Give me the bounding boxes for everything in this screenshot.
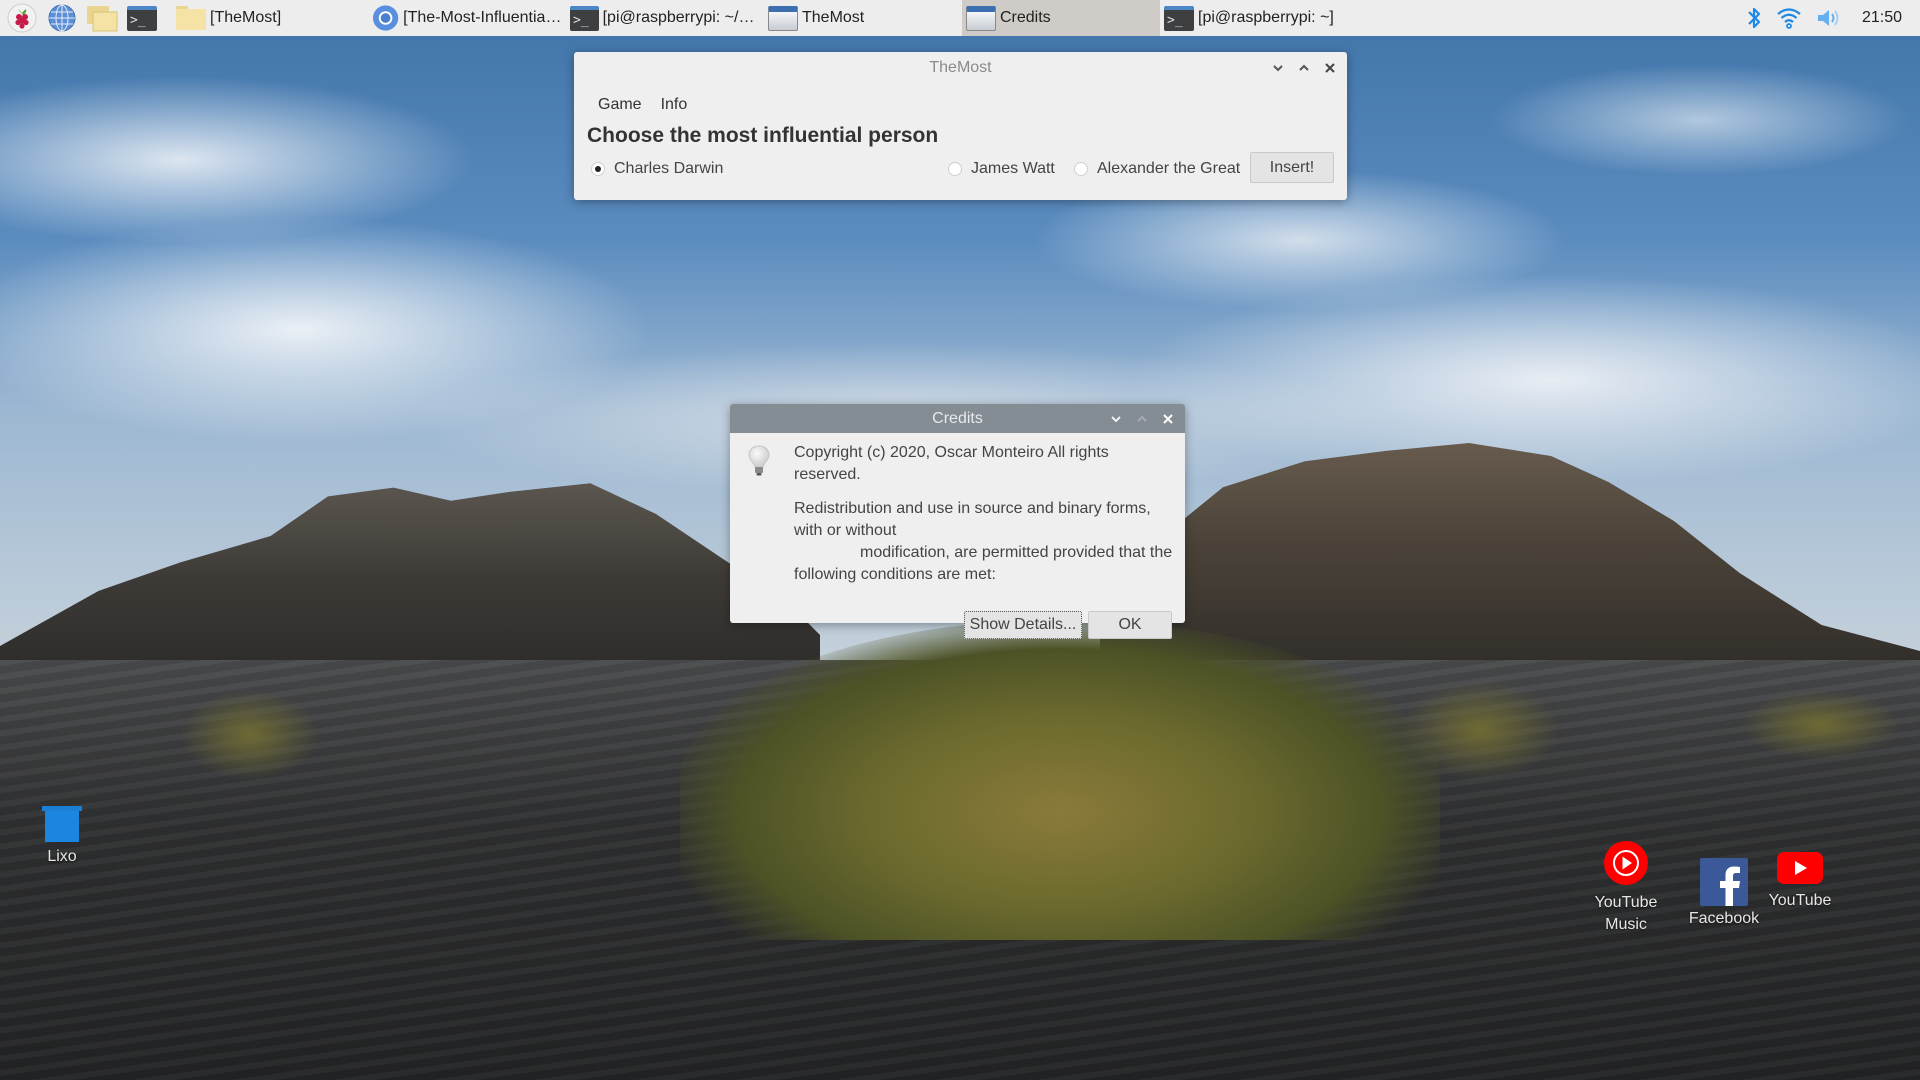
menu-bar: Game Info [574, 84, 1347, 114]
youtube-music-icon [1604, 841, 1648, 885]
trash-icon [42, 806, 82, 842]
option-james-watt[interactable]: James Watt [948, 160, 1055, 178]
maximize-button[interactable] [1133, 410, 1151, 428]
taskbar: >_ [TheMost] [The-Most-Influential ... >… [0, 0, 1920, 36]
desktop-icon-trash[interactable]: Lixo [32, 806, 92, 866]
taskbar-task-terminal-ex[interactable]: >_ [pi@raspberrypi: ~/ex... [566, 0, 764, 36]
license-line-2: modification, are permitted provided tha… [860, 544, 1173, 561]
wallpaper-grass-tuft [1740, 690, 1900, 760]
task-label: [The-Most-Influential ... [403, 9, 562, 26]
copyright-text: Copyright (c) 2020, Oscar Monteiro All r… [794, 444, 1109, 483]
clock[interactable]: 21:50 [1862, 9, 1902, 27]
file-manager-launcher[interactable] [84, 0, 120, 36]
option-label: James Watt [971, 160, 1055, 177]
bluetooth-icon[interactable] [1746, 5, 1762, 31]
ok-button[interactable]: OK [1088, 611, 1172, 639]
close-icon [1325, 63, 1335, 73]
close-button[interactable] [1321, 59, 1339, 77]
taskbar-task-themost-folder[interactable]: [TheMost] [172, 0, 368, 36]
credits-dialog: Credits Copyright (c) 2020, Oscar Montei… [730, 404, 1185, 639]
taskbar-task-chromium[interactable]: [The-Most-Influential ... [368, 0, 566, 36]
option-label: Charles Darwin [614, 160, 724, 177]
chevron-down-icon [1111, 415, 1121, 422]
chevron-up-icon [1137, 415, 1147, 422]
themost-window: TheMost Game Info Choose the most influe… [574, 52, 1347, 200]
menu-game[interactable]: Game [598, 96, 642, 114]
desktop-icon-facebook[interactable]: Facebook [1684, 858, 1764, 928]
maximize-button[interactable] [1295, 59, 1313, 77]
task-label: TheMost [802, 9, 865, 26]
chromium-icon [372, 5, 399, 31]
taskbar-task-credits[interactable]: Credits [962, 0, 1160, 36]
terminal-launcher[interactable]: >_ [124, 0, 160, 36]
radio-selected-icon [591, 162, 605, 176]
wallpaper-grass-mound [680, 620, 1440, 940]
youtube-icon [1777, 852, 1823, 884]
chevron-up-icon [1299, 64, 1309, 71]
dialog-message: Copyright (c) 2020, Oscar Monteiro All r… [794, 442, 1179, 586]
radio-unselected-icon [1074, 162, 1088, 176]
lightbulb-icon [748, 445, 770, 476]
radio-unselected-icon [948, 162, 962, 176]
taskbar-task-terminal-home[interactable]: >_ [pi@raspberrypi: ~] [1160, 0, 1358, 36]
option-charles-darwin[interactable]: Charles Darwin [591, 160, 723, 178]
window-titlebar[interactable]: TheMost [574, 52, 1347, 84]
window-title: TheMost [929, 59, 992, 76]
wifi-icon[interactable] [1776, 6, 1802, 30]
close-icon [1163, 413, 1173, 424]
show-details-button[interactable]: Show Details... [964, 611, 1082, 639]
facebook-icon [1700, 858, 1748, 906]
menu-info[interactable]: Info [661, 96, 688, 114]
terminal-icon: >_ [570, 5, 599, 31]
terminal-icon: >_ [1164, 5, 1194, 31]
question-heading: Choose the most influential person [587, 124, 939, 147]
task-label: [pi@raspberrypi: ~] [1198, 9, 1334, 26]
license-line-1: Redistribution and use in source and bin… [794, 500, 1151, 539]
option-alexander-the-great[interactable]: Alexander the Great [1074, 160, 1240, 178]
wallpaper-grass-tuft [1400, 680, 1560, 780]
dialog-titlebar[interactable]: Credits [730, 404, 1185, 433]
window-icon [768, 5, 798, 31]
folder-icon [87, 6, 118, 32]
desktop-icon-label: YouTube [1768, 892, 1832, 909]
desktop-icon-label: YouTube Music [1594, 894, 1658, 933]
chevron-down-icon [1273, 65, 1283, 72]
task-label: Credits [1000, 9, 1051, 26]
desktop-icon-youtube[interactable]: YouTube [1762, 852, 1838, 910]
folder-icon [176, 6, 206, 30]
insert-button[interactable]: Insert! [1250, 152, 1334, 183]
globe-icon [48, 4, 76, 32]
close-button[interactable] [1159, 410, 1177, 428]
web-browser-launcher[interactable] [44, 0, 80, 36]
option-label: Alexander the Great [1097, 160, 1241, 177]
terminal-icon: >_ [127, 5, 157, 31]
desktop-icon-youtube-music[interactable]: YouTube Music [1586, 840, 1666, 936]
window-icon [966, 5, 996, 31]
dialog-title: Credits [932, 409, 983, 427]
wallpaper-grass-tuft [180, 690, 320, 780]
system-tray: 21:50 [1746, 5, 1920, 31]
license-line-3: following conditions are met: [794, 566, 996, 583]
desktop-icon-label: Lixo [47, 848, 77, 865]
task-label: [pi@raspberrypi: ~/ex... [602, 9, 760, 26]
raspberry-icon [7, 3, 37, 33]
volume-icon[interactable] [1816, 7, 1842, 29]
desktop-icon-label: Facebook [1688, 910, 1760, 927]
minimize-button[interactable] [1107, 410, 1125, 428]
options-row: Charles Darwin James Watt Alexander the … [574, 152, 1347, 188]
raspberry-menu-button[interactable] [4, 0, 40, 36]
task-label: [TheMost] [210, 9, 282, 26]
minimize-button[interactable] [1269, 59, 1287, 77]
taskbar-task-themost-window[interactable]: TheMost [764, 0, 962, 36]
